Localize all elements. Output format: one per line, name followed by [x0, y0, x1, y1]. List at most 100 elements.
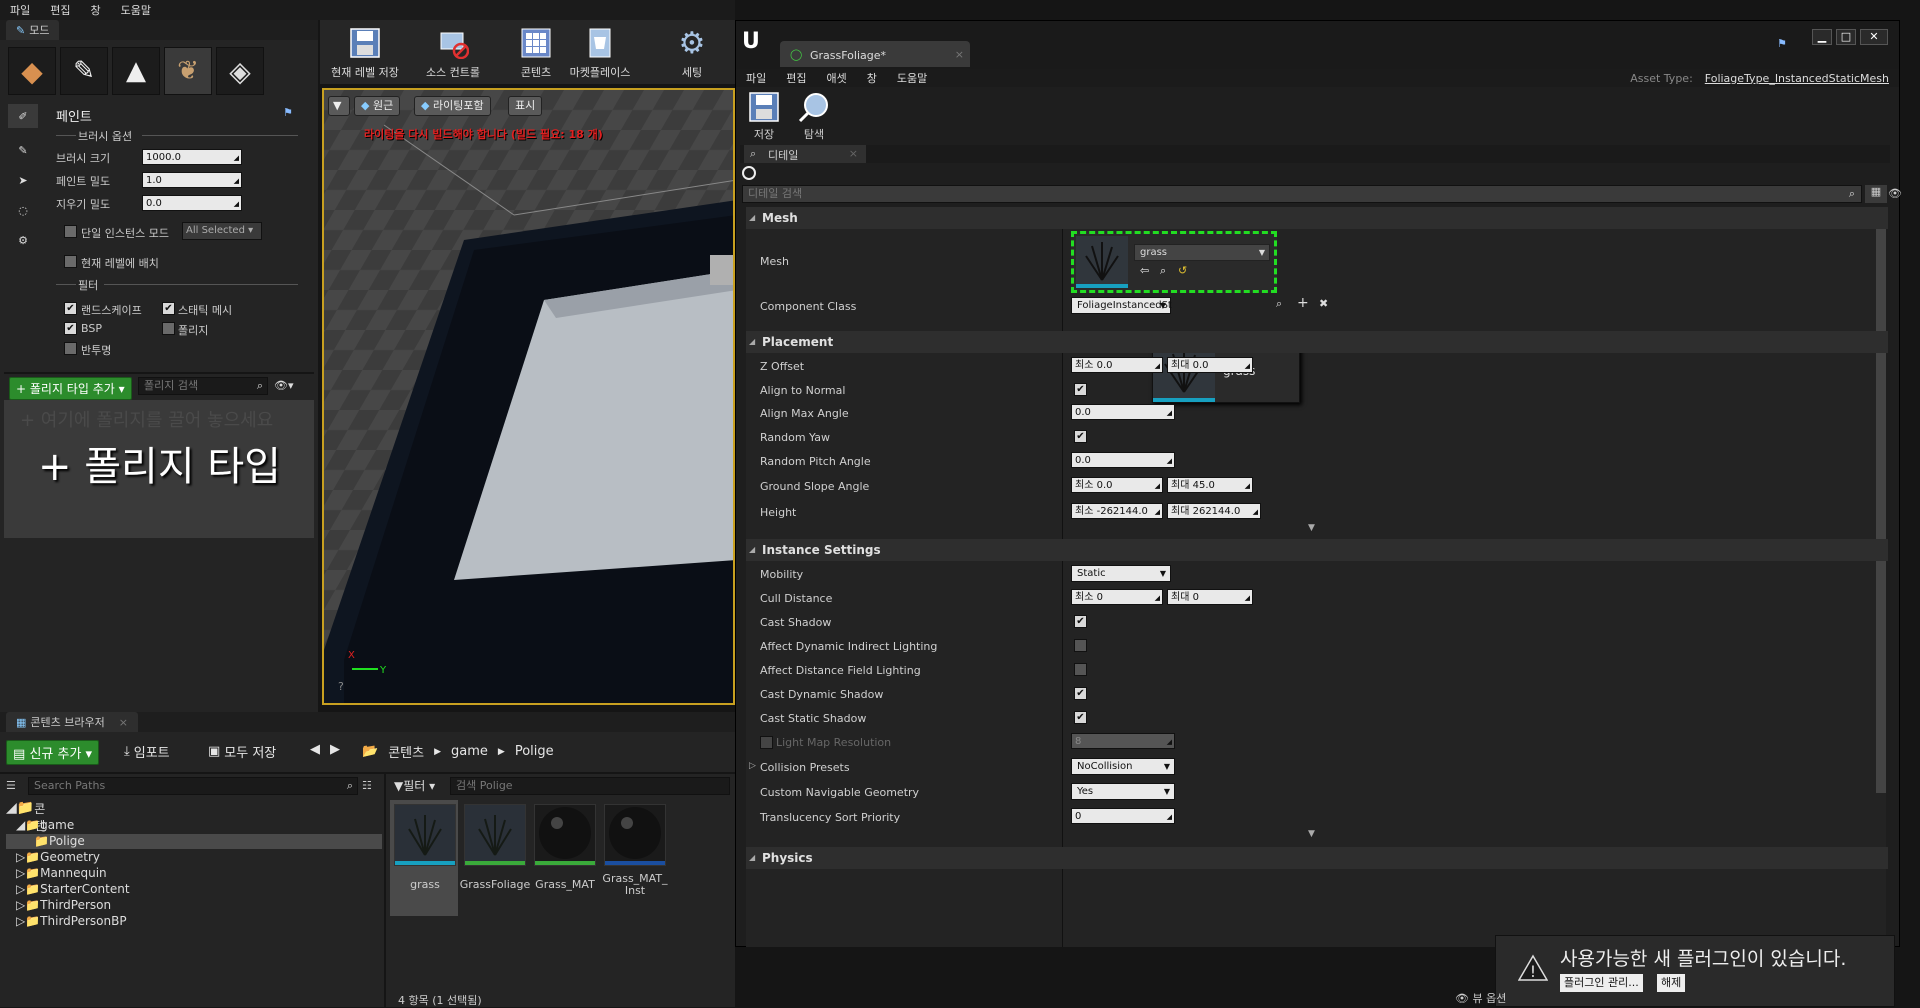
mesh-asset-picker[interactable]: grass ⇦ ⌕ ↺ — [1071, 231, 1277, 293]
asset-tile[interactable] — [464, 804, 526, 866]
eye-icon[interactable]: 👁 — [1888, 187, 1902, 200]
close-window-button[interactable]: ✕ — [1860, 29, 1888, 45]
single-instance-checkbox[interactable] — [64, 225, 77, 238]
tree-item[interactable]: ◢📁 game — [16, 818, 74, 832]
expand-advanced-icon[interactable]: ▼ — [1308, 829, 1315, 839]
asset-tile[interactable] — [604, 804, 666, 866]
asset-tile[interactable] — [534, 804, 596, 866]
editor-document-tab[interactable]: ◯ GrassFoliage* × — [780, 41, 970, 67]
editor-menu-help[interactable]: 도움말 — [887, 70, 937, 86]
add-icon[interactable]: + — [1297, 295, 1309, 311]
tree-item[interactable]: ▷📁 Mannequin — [16, 866, 107, 880]
lighting-button[interactable]: ◆ 라이팅포함 — [414, 96, 491, 116]
editor-menu-file[interactable]: 파일 — [736, 70, 776, 86]
save-current-level-button[interactable]: 현재 레벨 저장 — [320, 20, 410, 84]
save-all-button[interactable]: ▣ 모두 저장 — [208, 742, 276, 761]
affect-dyn-indirect-checkbox[interactable] — [1074, 639, 1087, 652]
place-mode-button[interactable]: ◆ — [8, 47, 56, 95]
erase-density-input[interactable]: 0.0 — [142, 195, 242, 212]
tree-item[interactable]: ▷📁 Geometry — [16, 850, 100, 864]
eye-icon[interactable]: 👁▾ — [274, 379, 294, 392]
details-tab[interactable]: ⌕ 디테일 × — [744, 145, 866, 163]
manage-plugins-button[interactable]: 플러그인 관리... — [1560, 974, 1643, 992]
filter-bsp-checkbox[interactable]: ✔ — [64, 322, 77, 335]
viewport-options-button[interactable]: ▼ — [328, 96, 350, 116]
collision-presets-dropdown[interactable]: NoCollision — [1071, 758, 1175, 775]
filter-button[interactable]: ▼필터 ▾ — [394, 777, 435, 794]
height-min-input[interactable]: 최소 -262144.0 — [1071, 503, 1163, 519]
foliage-mode-button[interactable]: ❦ — [164, 47, 212, 95]
category-instance-settings[interactable]: Instance Settings — [746, 539, 1888, 561]
history-forward-button[interactable]: ▶ — [330, 742, 340, 757]
editor-menu-edit[interactable]: 편집 — [776, 70, 816, 86]
content-button[interactable]: 콘텐츠 — [506, 20, 566, 84]
breadcrumb-item[interactable]: 콘텐츠 — [388, 742, 424, 761]
cast-dynamic-shadow-checkbox[interactable]: ✔ — [1074, 687, 1087, 700]
source-control-button[interactable]: 소스 컨트롤 — [408, 20, 498, 84]
import-button[interactable]: ⤓ 임포트 — [124, 742, 170, 761]
docs-icon[interactable]: ⚑ — [1777, 37, 1787, 50]
reapply-tool[interactable]: ✎ — [8, 138, 38, 162]
tree-item[interactable]: ▷📁 StarterContent — [16, 882, 130, 896]
view-options-label[interactable]: 👁 뷰 옵션 — [1455, 990, 1506, 1006]
ground-slope-min-input[interactable]: 최소 0.0 — [1071, 477, 1163, 494]
paint-density-input[interactable]: 1.0 — [142, 172, 242, 189]
filter-translucent-checkbox[interactable] — [64, 342, 77, 355]
modes-tab[interactable]: ✎ 모드 — [6, 20, 60, 40]
expand-advanced-icon[interactable]: ▼ — [1308, 523, 1315, 533]
translucency-input[interactable]: 0 — [1071, 808, 1175, 825]
foliage-drop-zone[interactable]: + 여기에 폴리지를 끌어 놓으세요 + 폴리지 타입 — [4, 400, 314, 538]
search-paths-input[interactable]: Search Paths ⌕ — [28, 777, 358, 795]
help-icon[interactable]: ? — [338, 680, 344, 693]
tree-item[interactable]: ▷📁 ThirdPerson — [16, 898, 111, 912]
align-max-angle-input[interactable]: 0.0 — [1071, 404, 1175, 421]
lasso-tool[interactable]: ◌ — [8, 198, 38, 222]
tree-item-selected[interactable]: 📁 Polige — [6, 834, 382, 849]
marketplace-button[interactable]: 마켓플레이스 — [560, 20, 640, 84]
dismiss-button[interactable]: 해제 — [1657, 974, 1686, 992]
view-options-grid-icon[interactable]: ▦ — [1865, 185, 1887, 203]
mobility-dropdown[interactable]: Static — [1071, 565, 1171, 582]
foliage-search-input[interactable]: 폴리지 검색 ⌕ — [138, 377, 268, 395]
random-pitch-input[interactable]: 0.0 — [1071, 452, 1175, 469]
add-foliage-type-button[interactable]: + 폴리지 타입 추가 ▾ — [9, 377, 132, 400]
asset-tile[interactable] — [394, 804, 456, 866]
z-offset-min-input[interactable]: 최소 0.0 — [1071, 357, 1163, 374]
menu-file[interactable]: 파일 — [0, 2, 40, 18]
geometry-mode-button[interactable]: ◈ — [216, 47, 264, 95]
reset-to-default-icon[interactable]: ↺ — [1178, 264, 1187, 277]
editor-save-button[interactable]: 저장 — [746, 91, 782, 142]
cast-static-shadow-checkbox[interactable]: ✔ — [1074, 711, 1087, 724]
asset-type-link[interactable]: FoliageType_InstancedStaticMesh — [1703, 72, 1899, 85]
show-button[interactable]: 표시 — [508, 96, 543, 116]
component-class-combo[interactable]: FoliageInstancedSt — [1071, 297, 1172, 314]
search-icon[interactable]: ⌕ — [1276, 297, 1282, 311]
add-new-button[interactable]: ▤ 신규 추가 ▾ — [6, 740, 100, 765]
cull-max-input[interactable]: 최대 0 — [1167, 589, 1253, 606]
perspective-button[interactable]: ◆ 원근 — [354, 96, 401, 116]
light-map-override-checkbox[interactable] — [760, 736, 773, 749]
random-yaw-checkbox[interactable]: ✔ — [1074, 430, 1087, 443]
use-selected-arrow-icon[interactable]: ⇦ — [1140, 264, 1149, 277]
height-max-input[interactable]: 최대 262144.0 — [1167, 503, 1261, 519]
menu-help[interactable]: 도움말 — [111, 2, 161, 18]
breadcrumb-item[interactable]: game — [451, 744, 488, 759]
expand-arrow-icon[interactable]: ▷ — [749, 761, 756, 771]
maximize-button[interactable]: □ — [1836, 29, 1856, 45]
z-offset-max-input[interactable]: 최대 0.0 — [1167, 357, 1253, 374]
close-icon[interactable]: × — [119, 716, 128, 729]
editor-menu-window[interactable]: 창 — [857, 70, 887, 86]
settings-button[interactable]: ⚙ 세팅 — [656, 20, 728, 84]
align-to-normal-checkbox[interactable]: ✔ — [1074, 383, 1087, 396]
tree-item[interactable]: ◢📁 콘텐츠 — [6, 800, 45, 850]
filter-foliage-checkbox[interactable] — [162, 322, 175, 335]
cull-min-input[interactable]: 최소 0 — [1071, 589, 1163, 606]
select-tool[interactable]: ➤ — [8, 168, 38, 192]
menu-window[interactable]: 창 — [81, 2, 111, 18]
place-current-level-checkbox[interactable] — [64, 255, 77, 268]
menu-edit[interactable]: 편집 — [40, 2, 80, 18]
close-icon[interactable]: × — [849, 147, 858, 160]
browse-asset-icon[interactable]: ⌕ — [1160, 264, 1166, 278]
cast-shadow-checkbox[interactable]: ✔ — [1074, 615, 1087, 628]
sources-toggle-icon[interactable]: ☰ — [6, 779, 16, 792]
